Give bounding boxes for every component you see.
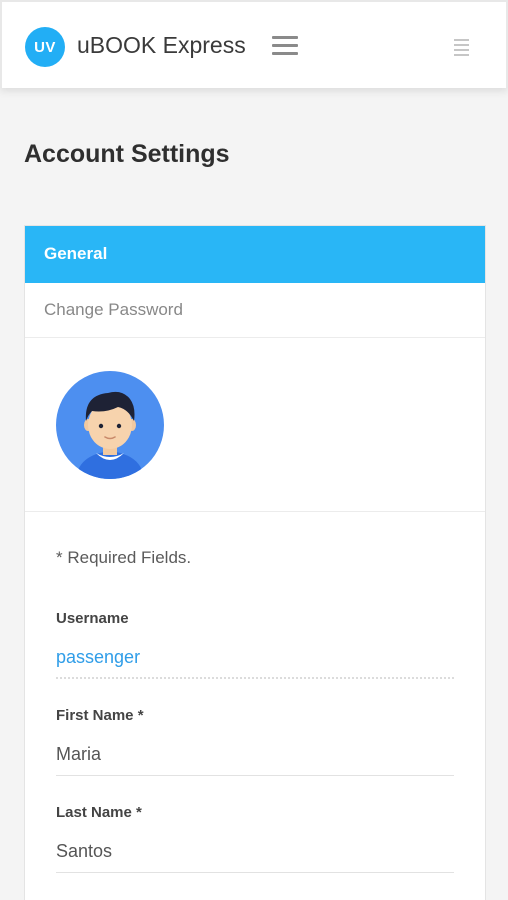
user-avatar-icon[interactable] (56, 371, 164, 479)
hamburger-menu-icon[interactable] (272, 36, 300, 56)
tab-general[interactable]: General (25, 226, 485, 283)
app-logo[interactable]: UV (25, 27, 65, 67)
last-name-field[interactable] (56, 831, 454, 873)
logo-text: UV (34, 38, 56, 56)
page-title: Account Settings (24, 140, 230, 168)
tab-general-label: General (44, 244, 108, 263)
last-name-label: Last Name * (56, 804, 142, 821)
username-value[interactable]: passenger (56, 637, 454, 679)
avatar-section (25, 338, 485, 512)
tab-change-password[interactable]: Change Password (25, 283, 485, 338)
first-name-field[interactable] (56, 734, 454, 776)
app-title[interactable]: uBOOK Express (77, 32, 246, 59)
top-app-bar: UV uBOOK Express (0, 0, 508, 88)
list-menu-icon[interactable] (454, 39, 472, 56)
required-fields-note: * Required Fields. (56, 548, 192, 567)
settings-card: General Change Password * Required Field… (24, 225, 486, 900)
first-name-label: First Name * (56, 707, 144, 724)
username-label: Username (56, 610, 129, 627)
tab-change-password-label: Change Password (44, 300, 183, 319)
